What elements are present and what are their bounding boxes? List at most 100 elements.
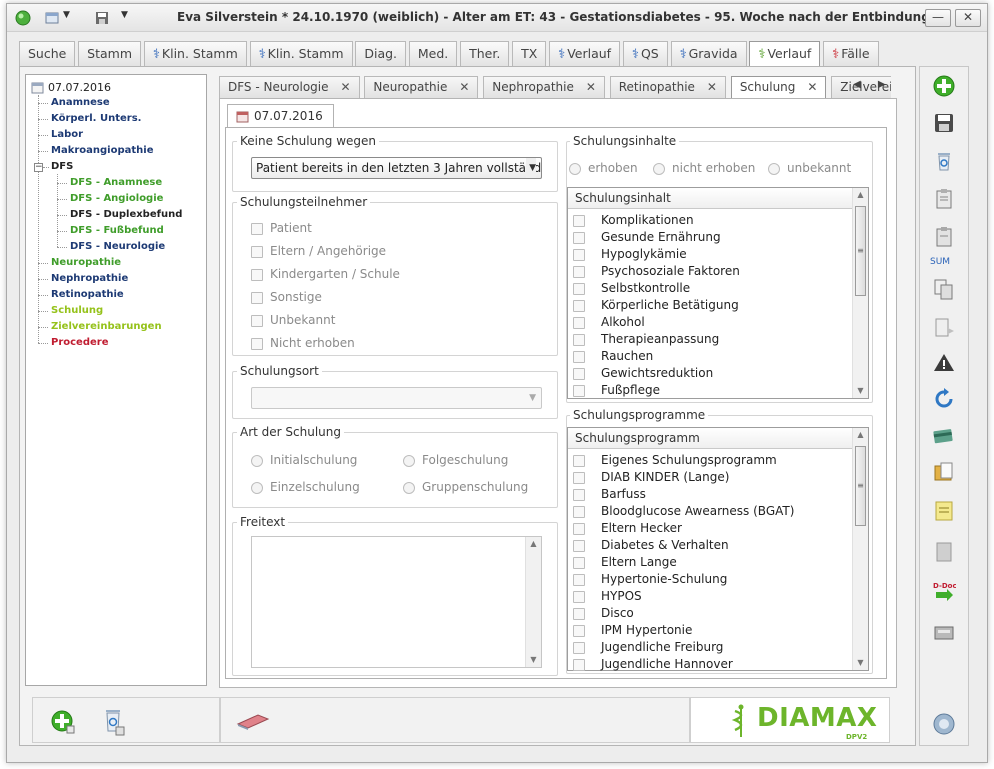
tree-item-dfs-duplexbefund[interactable]: DFS - Duplexbefund [70,209,182,220]
refresh-icon[interactable] [932,387,956,411]
card-icon[interactable] [932,424,956,448]
delete-entry-icon[interactable] [99,707,127,737]
radio[interactable] [251,482,263,494]
close-tab-icon[interactable]: ✕ [807,80,817,94]
checkbox[interactable] [251,223,263,235]
schulungsprogramm-header[interactable]: Schulungsprogramm [568,428,852,449]
tree-item-zielvereinbarungen[interactable]: Zielvereinbarungen [51,321,162,332]
checkbox[interactable] [573,232,585,244]
checkbox[interactable] [573,368,585,380]
checkbox[interactable] [573,557,585,569]
tab-klin-stamm-1[interactable]: ⚕ Klin. Stamm [143,41,247,66]
save-title-icon[interactable] [93,9,111,27]
tree-item-retinopathie[interactable]: Retinopathie [51,289,124,300]
inhalt-scrollbar[interactable]: ▲ ≡ ▼ [852,188,868,398]
add-entry-icon[interactable] [50,709,76,735]
copy-documents-icon[interactable] [932,277,956,301]
scroll-up-icon[interactable]: ▲ [526,537,541,551]
scroll-thumb[interactable]: ≡ [855,206,866,296]
tree-item-koerperl-unters[interactable]: Körperl. Unters. [51,113,141,124]
checkbox[interactable] [573,523,585,535]
radio[interactable] [653,163,665,175]
minimize-button[interactable]: — [925,9,951,27]
scanner-icon[interactable] [932,620,956,644]
folder-document-icon[interactable] [932,460,956,484]
subtab-retinopathie[interactable]: Retinopathie ✕ [609,76,726,98]
tab-stamm[interactable]: Stamm [78,41,142,66]
checkbox[interactable] [573,540,585,552]
close-tab-icon[interactable]: ✕ [341,80,351,94]
radio[interactable] [403,455,415,467]
app-status-icon[interactable] [14,9,32,27]
programm-scrollbar[interactable]: ▲ ≡ ▼ [852,428,868,670]
save-dropdown-icon[interactable]: ▼ [121,10,128,20]
subtab-schulung[interactable]: Schulung ✕ [730,76,827,98]
tree-root-date[interactable]: 07.07.2016 [48,81,111,94]
checkbox[interactable] [251,338,263,350]
checkbox[interactable] [251,269,263,281]
radio[interactable] [768,163,780,175]
freitext-scrollbar[interactable]: ▲ ▼ [525,537,541,667]
tree-item-labor[interactable]: Labor [51,129,83,140]
note-icon[interactable] [932,499,956,523]
subtab-dfs-neurologie[interactable]: DFS - Neurologie ✕ [219,76,360,98]
checkbox[interactable] [573,455,585,467]
tree-item-procedere[interactable]: Procedere [51,337,109,348]
scroll-up-icon[interactable]: ▲ [853,188,868,202]
checkbox[interactable] [573,591,585,603]
checkbox[interactable] [573,659,585,671]
scroll-thumb[interactable]: ≡ [855,446,866,526]
close-tab-icon[interactable]: ✕ [707,80,717,94]
tab-faelle[interactable]: ⚕ Fälle [823,41,879,66]
radio[interactable] [569,163,581,175]
scroll-down-icon[interactable]: ▼ [526,653,541,667]
tab-tx[interactable]: TX [512,41,547,66]
checkbox[interactable] [573,215,585,227]
checkbox[interactable] [573,249,585,261]
checkbox[interactable] [573,489,585,501]
tab-klin-stamm-2[interactable]: ⚕ Klin. Stamm [249,41,353,66]
checkbox[interactable] [573,385,585,397]
tree-item-dfs-anamnese[interactable]: DFS - Anamnese [70,177,162,188]
save-icon[interactable] [932,111,956,135]
scroll-up-icon[interactable]: ▲ [853,428,868,442]
scroll-left-icon[interactable]: ◀ [853,79,861,90]
tab-diag[interactable]: Diag. [355,41,407,66]
add-icon[interactable] [932,74,956,98]
radio[interactable] [251,455,263,467]
dfs-collapse-icon[interactable]: − [34,163,43,172]
checkbox[interactable] [251,315,263,327]
checkbox[interactable] [573,300,585,312]
scroll-down-icon[interactable]: ▼ [853,656,868,670]
checkbox[interactable] [251,246,263,258]
subtab-neuropathie[interactable]: Neuropathie ✕ [364,76,479,98]
tree-item-dfs-angiologie[interactable]: DFS - Angiologie [70,193,163,204]
tree-item-schulung[interactable]: Schulung [51,305,103,316]
tree-item-anamnese[interactable]: Anamnese [51,97,110,108]
checkbox[interactable] [573,317,585,329]
blank-document-icon[interactable] [932,540,956,564]
freitext-textarea[interactable]: ▲ ▼ [251,536,542,668]
clipboard-icon[interactable] [932,187,956,211]
tab-gravida[interactable]: ⚕ Gravida [670,41,747,66]
close-button[interactable]: ✕ [955,9,981,27]
checkbox[interactable] [573,642,585,654]
close-tab-icon[interactable]: ✕ [459,80,469,94]
window-menu-dropdown-icon[interactable]: ▼ [63,10,70,20]
tree-item-dfs-fussbefund[interactable]: DFS - Fußbefund [70,225,164,236]
tab-suche[interactable]: Suche [19,41,76,66]
tab-verlauf-2[interactable]: ⚕ Verlauf [749,41,821,68]
checkbox[interactable] [573,283,585,295]
scroll-down-icon[interactable]: ▼ [853,384,868,398]
checkbox[interactable] [573,472,585,484]
help-icon[interactable] [932,712,956,736]
tab-verlauf-1[interactable]: ⚕ Verlauf [549,41,621,66]
eraser-icon[interactable] [236,711,270,731]
checkbox[interactable] [573,334,585,346]
scroll-right-icon[interactable]: ▶ [878,79,886,90]
tab-med[interactable]: Med. [408,41,458,66]
document-forward-icon[interactable] [932,316,956,340]
tab-ther[interactable]: Ther. [460,41,510,66]
d-doc-export-icon[interactable]: D-Doc [932,579,956,603]
tree-item-neuropathie[interactable]: Neuropathie [51,257,121,268]
